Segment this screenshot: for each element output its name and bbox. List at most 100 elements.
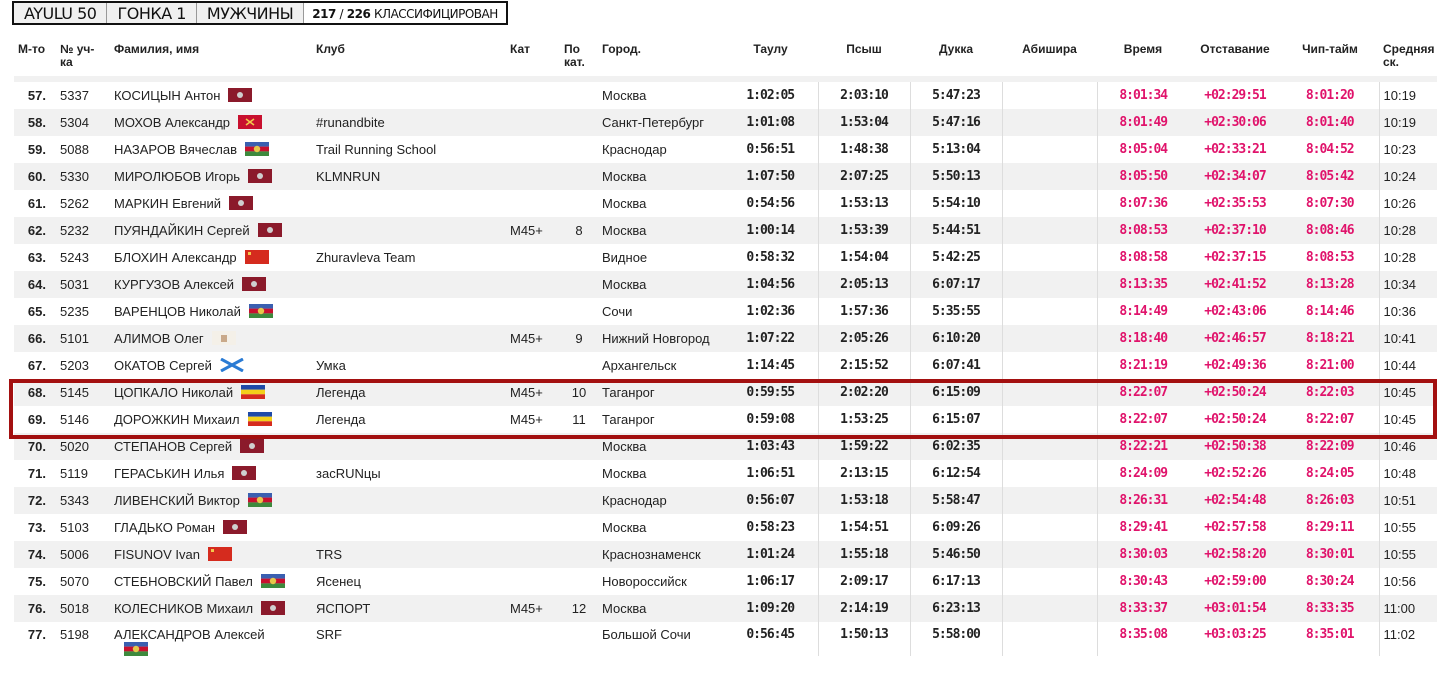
gap-cell: +02:49:36: [1189, 352, 1281, 379]
category-cell: M45+: [506, 217, 560, 244]
table-row[interactable]: 65. 5235 ВАРЕНЦОВ Николай Сочи 1:02:36 1:57:3…: [14, 298, 1437, 325]
athlete-name[interactable]: МИРОЛЮБОВ Игорь: [114, 169, 240, 184]
athlete-name[interactable]: ЦОПКАЛО Николай: [114, 385, 233, 400]
table-row[interactable]: 66. 5101 АЛИМОВ Олег M45+ 9 Нижний Новгород 1:…: [14, 325, 1437, 352]
gap-cell: +02:57:58: [1189, 514, 1281, 541]
col-gap[interactable]: Отставание: [1189, 39, 1281, 76]
name-cell[interactable]: КОЛЕСНИКОВ Михаил: [110, 595, 312, 622]
club-cell: [312, 487, 506, 514]
athlete-name[interactable]: ВАРЕНЦОВ Николай: [114, 304, 241, 319]
athlete-name[interactable]: МОХОВ Александр: [114, 115, 230, 130]
col-cat-place[interactable]: По кат.: [560, 39, 598, 76]
crumb-race[interactable]: ГОНКА 1: [107, 3, 197, 23]
bib-cell: 5006: [56, 541, 110, 568]
city-cell: Москва: [598, 271, 723, 298]
gap-cell: +03:01:54: [1189, 595, 1281, 622]
athlete-name[interactable]: ГЕРАСЬКИН Илья: [114, 466, 224, 481]
cat-place-cell: 9: [560, 325, 598, 352]
name-cell[interactable]: ЦОПКАЛО Николай: [110, 379, 312, 406]
table-row[interactable]: 72. 5343 ЛИВЕНСКИЙ Виктор Краснодар 0:56:07 1…: [14, 487, 1437, 514]
table-row[interactable]: 75. 5070 СТЕБНОВСКИЙ Павел Ясенец Новороссий…: [14, 568, 1437, 595]
col-club[interactable]: Клуб: [312, 39, 506, 76]
table-row[interactable]: 69. 5146 ДОРОЖКИН Михаил Легенда M45+ 11 Таган…: [14, 406, 1437, 433]
split-cp4-cell: [1002, 271, 1098, 298]
athlete-name[interactable]: КУРГУЗОВ Алексей: [114, 277, 234, 292]
table-row[interactable]: 67. 5203 ОКАТОВ Сергей Умка Архангельск 1:14:…: [14, 352, 1437, 379]
table-row[interactable]: 68. 5145 ЦОПКАЛО Николай Легенда M45+ 10 Таган…: [14, 379, 1437, 406]
col-cp3[interactable]: Дукка: [910, 39, 1002, 76]
table-row[interactable]: 61. 5262 МАРКИН Евгений Москва 0:54:56 1:53:1…: [14, 190, 1437, 217]
athlete-name[interactable]: АЛИМОВ Олег: [114, 331, 204, 346]
name-cell[interactable]: НАЗАРОВ Вячеслав: [110, 136, 312, 163]
athlete-name[interactable]: ДОРОЖКИН Михаил: [114, 412, 240, 427]
table-row[interactable]: 62. 5232 ПУЯНДАЙКИН Сергей M45+ 8 Москва 1:00:…: [14, 217, 1437, 244]
athlete-name[interactable]: БЛОХИН Александр: [114, 250, 237, 265]
name-cell[interactable]: СТЕБНОВСКИЙ Павел: [110, 568, 312, 595]
col-cp4[interactable]: Абишира: [1002, 39, 1097, 76]
name-cell[interactable]: ГЕРАСЬКИН Илья: [110, 460, 312, 487]
athlete-name[interactable]: FISUNOV Ivan: [114, 547, 200, 562]
split-cp3-cell: 6:10:20: [910, 325, 1003, 352]
table-row[interactable]: 60. 5330 МИРОЛЮБОВ Игорь KLMNRUN Москва 1:07:…: [14, 163, 1437, 190]
name-cell[interactable]: ПУЯНДАЙКИН Сергей: [110, 217, 312, 244]
name-cell[interactable]: КУРГУЗОВ Алексей: [110, 271, 312, 298]
table-row[interactable]: 58. 5304 МОХОВ Александр #runandbite Санкт-П…: [14, 109, 1437, 136]
crumb-group[interactable]: МУЖЧИНЫ: [196, 3, 305, 23]
table-row[interactable]: 63. 5243 БЛОХИН Александр Zhuravleva Team Ви…: [14, 244, 1437, 271]
athlete-name[interactable]: НАЗАРОВ Вячеслав: [114, 142, 237, 157]
table-row[interactable]: 74. 5006 FISUNOV Ivan TRS Краснознаменск 1:01…: [14, 541, 1437, 568]
col-name[interactable]: Фамилия, имя: [110, 39, 312, 76]
name-cell[interactable]: ОКАТОВ Сергей: [110, 352, 312, 379]
athlete-name[interactable]: ГЛАДЬКО Роман: [114, 520, 215, 535]
name-cell[interactable]: СТЕПАНОВ Сергей: [110, 433, 312, 460]
col-number[interactable]: № уч-ка: [56, 39, 110, 76]
classified-label: КЛАССИФИЦИРОВАН: [374, 7, 498, 21]
table-row[interactable]: 71. 5119 ГЕРАСЬКИН Илья засRUNцы Москва 1:06:…: [14, 460, 1437, 487]
table-row[interactable]: 77. 5198 АЛЕКСАНДРОВ Алексей SRF Большой Соч…: [14, 622, 1437, 656]
bib-cell: 5304: [56, 109, 110, 136]
athlete-name[interactable]: КОЛЕСНИКОВ Михаил: [114, 601, 253, 616]
table-row[interactable]: 64. 5031 КУРГУЗОВ Алексей Москва 1:04:56 2:05…: [14, 271, 1437, 298]
crumb-event[interactable]: AYULU 50: [14, 3, 108, 23]
athlete-name[interactable]: СТЕПАНОВ Сергей: [114, 439, 232, 454]
athlete-name[interactable]: ЛИВЕНСКИЙ Виктор: [114, 493, 240, 508]
col-rank[interactable]: М-то: [14, 39, 56, 76]
name-cell[interactable]: ДОРОЖКИН Михаил: [110, 406, 312, 433]
athlete-name[interactable]: МАРКИН Евгений: [114, 196, 221, 211]
name-cell[interactable]: МОХОВ Александр: [110, 109, 312, 136]
col-cp1[interactable]: Таулу: [723, 39, 818, 76]
athlete-name[interactable]: ОКАТОВ Сергей: [114, 358, 212, 373]
cat-place-cell: 10: [560, 379, 598, 406]
name-cell[interactable]: МИРОЛЮБОВ Игорь: [110, 163, 312, 190]
col-category[interactable]: Кат: [506, 39, 560, 76]
name-cell[interactable]: ЛИВЕНСКИЙ Виктор: [110, 487, 312, 514]
name-cell[interactable]: ВАРЕНЦОВ Николай: [110, 298, 312, 325]
speed-cell: 10:19: [1378, 82, 1437, 109]
category-cell: [506, 244, 560, 271]
name-cell[interactable]: ГЛАДЬКО Роман: [110, 514, 312, 541]
name-cell[interactable]: FISUNOV Ivan: [110, 541, 312, 568]
table-row[interactable]: 76. 5018 КОЛЕСНИКОВ Михаил ЯСПОРТ M45+ 12 Моск…: [14, 595, 1437, 622]
athlete-name[interactable]: ПУЯНДАЙКИН Сергей: [114, 223, 250, 238]
table-row[interactable]: 57. 5337 КОСИЦЫН Антон Москва 1:02:05 2:03:10…: [14, 82, 1437, 109]
name-cell[interactable]: БЛОХИН Александр: [110, 244, 312, 271]
col-city[interactable]: Город.: [598, 39, 723, 76]
table-row[interactable]: 70. 5020 СТЕПАНОВ Сергей Москва 1:03:43 1:59:…: [14, 433, 1437, 460]
athlete-name[interactable]: КОСИЦЫН Антон: [114, 88, 220, 103]
table-row[interactable]: 73. 5103 ГЛАДЬКО Роман Москва 0:58:23 1:54:51…: [14, 514, 1437, 541]
col-chip[interactable]: Чип-тайм: [1281, 39, 1379, 76]
col-speed[interactable]: Средняя ск.: [1379, 39, 1437, 76]
name-cell[interactable]: КОСИЦЫН Антон: [110, 82, 312, 109]
col-time[interactable]: Время: [1097, 39, 1189, 76]
name-cell[interactable]: АЛЕКСАНДРОВ Алексей: [110, 622, 312, 656]
name-cell[interactable]: МАРКИН Евгений: [110, 190, 312, 217]
gap-cell: +02:43:06: [1189, 298, 1281, 325]
athlete-name[interactable]: СТЕБНОВСКИЙ Павел: [114, 574, 253, 589]
col-cp2[interactable]: Псыш: [818, 39, 910, 76]
athlete-name[interactable]: АЛЕКСАНДРОВ Алексей: [114, 627, 265, 642]
bib-cell: 5018: [56, 595, 110, 622]
region-flag-icon: [248, 169, 273, 183]
table-row[interactable]: 59. 5088 НАЗАРОВ Вячеслав Trail Running Sch…: [14, 136, 1437, 163]
chip-time-cell: 8:13:28: [1281, 271, 1379, 298]
name-cell[interactable]: АЛИМОВ Олег: [110, 325, 312, 352]
